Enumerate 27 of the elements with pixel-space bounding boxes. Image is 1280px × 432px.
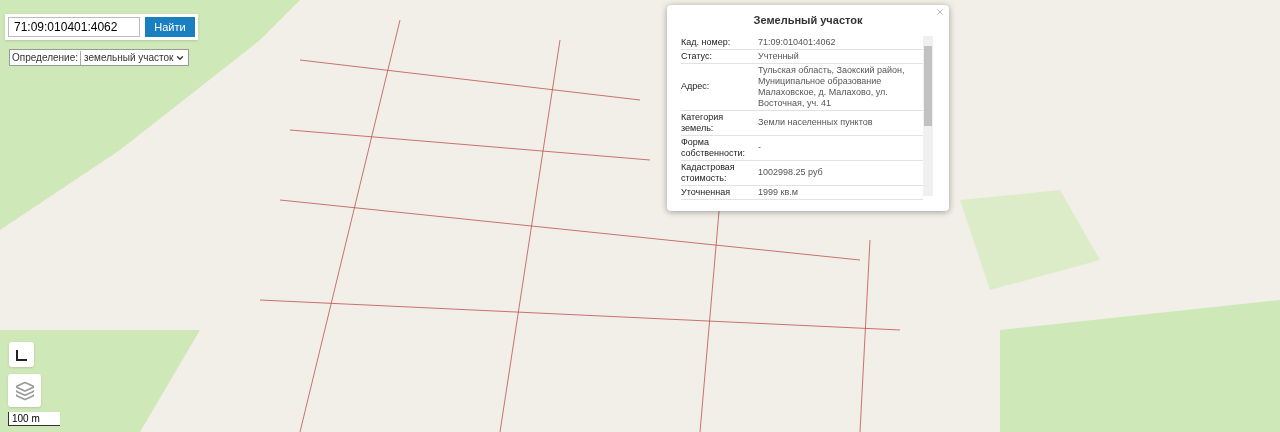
field-value: Учтенный xyxy=(758,50,799,62)
popup-title: Земельный участок xyxy=(753,13,863,28)
close-icon xyxy=(935,7,945,17)
search-button[interactable]: Найти xyxy=(145,17,195,37)
ruler-icon xyxy=(15,348,28,361)
field-value: 71:09:010401:4062 xyxy=(758,36,836,48)
field-value: 1002998.25 руб xyxy=(758,167,823,178)
field-label: Кад. номер: xyxy=(681,36,732,48)
field-label: Адрес: xyxy=(681,81,711,92)
field-value: Земли населенных пунктов xyxy=(758,117,873,128)
field-label: Статус: xyxy=(681,50,713,62)
field-label: Кадастровая стоимость: xyxy=(681,161,736,184)
layers-button[interactable] xyxy=(8,374,41,407)
field-value: - xyxy=(758,142,761,153)
field-label: Уточненная xyxy=(681,186,732,198)
ruler-button[interactable] xyxy=(9,342,34,367)
layers-icon xyxy=(14,380,35,401)
field-value: Тульская область, Заокский район, Муниципальное образование Малаховское, д. Малахово, ул. Восточная, уч. 41 xyxy=(758,64,906,109)
scrollbar[interactable] xyxy=(923,35,933,196)
search-field[interactable]: 71:09:010401:4062 xyxy=(8,17,140,37)
definition-select[interactable]: земельный участок xyxy=(80,50,188,65)
field-value: 1999 кв.м xyxy=(758,186,798,198)
scale-label: 100 m xyxy=(12,412,40,425)
definition-label: Определение: xyxy=(11,51,79,65)
close-button[interactable] xyxy=(935,7,945,17)
field-label: Категория земель: xyxy=(681,111,725,134)
field-label: Форма собственности: xyxy=(681,136,747,159)
